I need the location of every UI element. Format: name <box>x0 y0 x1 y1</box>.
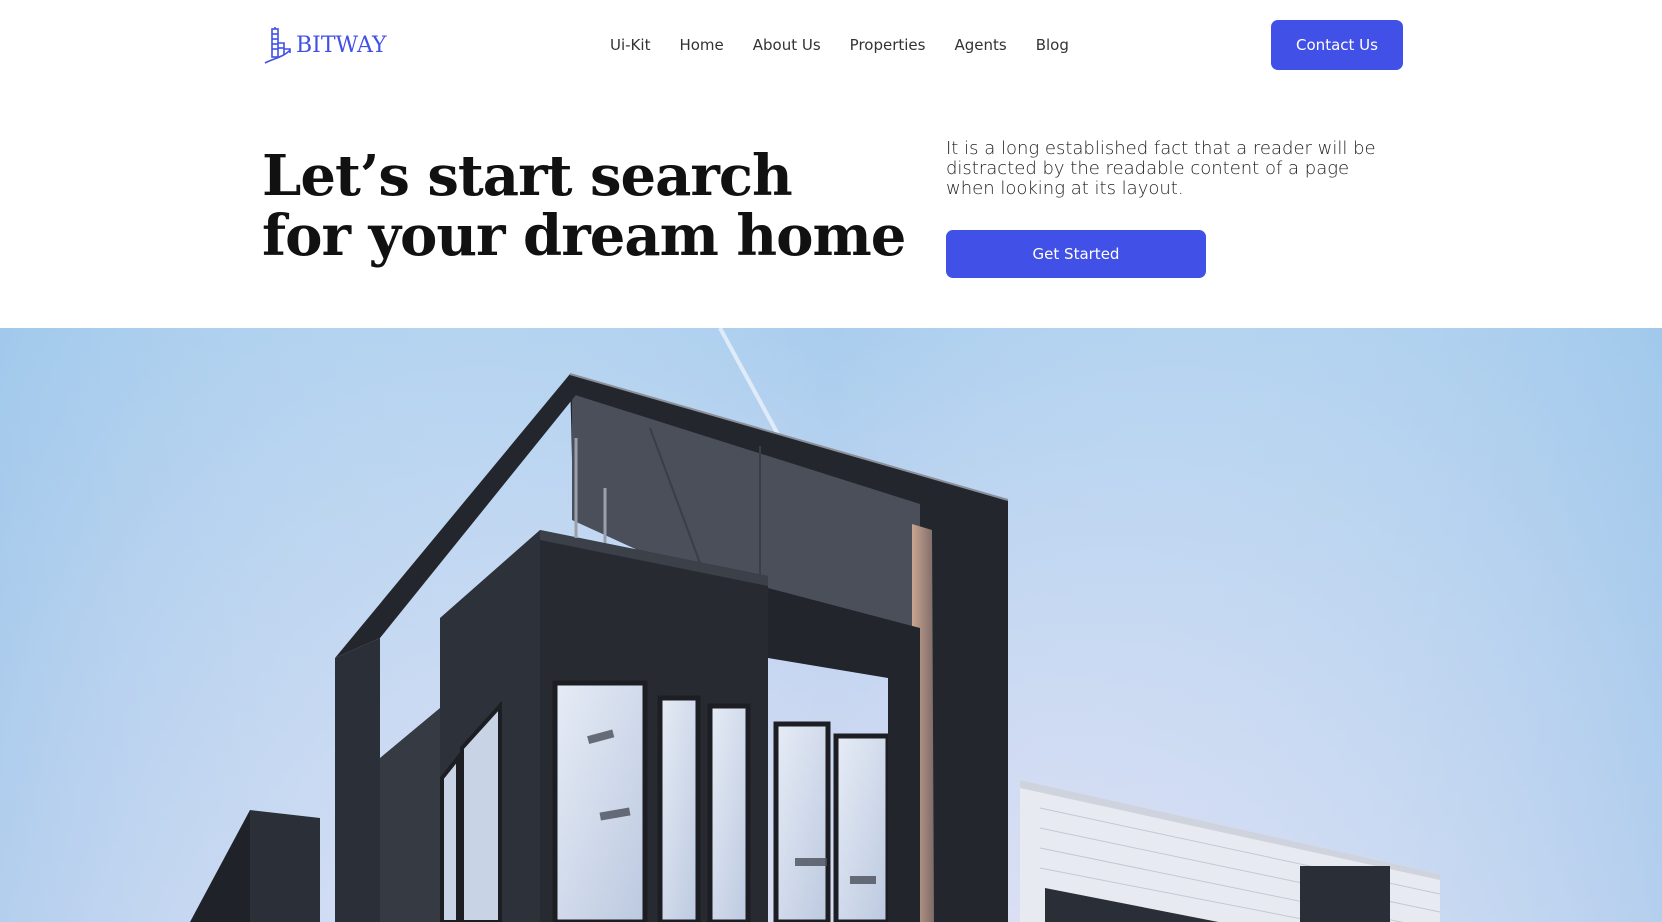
hero-title-line-1: Let’s start search <box>262 143 793 209</box>
site-header: BITWAY Ui-Kit Home About Us Properties A… <box>0 0 1662 90</box>
contact-us-button[interactable]: Contact Us <box>1271 20 1403 70</box>
landing-page: BITWAY Ui-Kit Home About Us Properties A… <box>0 0 1662 922</box>
nav-item-properties[interactable]: Properties <box>850 36 926 54</box>
nav-item-agents[interactable]: Agents <box>954 36 1006 54</box>
hero-title-line-2: for your dream home <box>262 203 906 269</box>
building-photo-illustration <box>0 328 1662 922</box>
hero-title: Let’s start search for your dream home <box>262 143 906 269</box>
nav-item-about-us[interactable]: About Us <box>753 36 821 54</box>
hero-description: It is a long established fact that a rea… <box>946 138 1376 199</box>
nav-item-blog[interactable]: Blog <box>1036 36 1069 54</box>
nav-item-ui-kit[interactable]: Ui-Kit <box>610 36 650 54</box>
get-started-button[interactable]: Get Started <box>946 230 1206 278</box>
brand-name: BITWAY <box>296 32 387 58</box>
hero-building-photo <box>0 328 1662 922</box>
main-nav: Ui-Kit Home About Us Properties Agents B… <box>610 32 1069 58</box>
brand-logo[interactable]: BITWAY <box>262 24 387 66</box>
nav-item-home[interactable]: Home <box>679 36 723 54</box>
building-icon <box>264 27 291 64</box>
